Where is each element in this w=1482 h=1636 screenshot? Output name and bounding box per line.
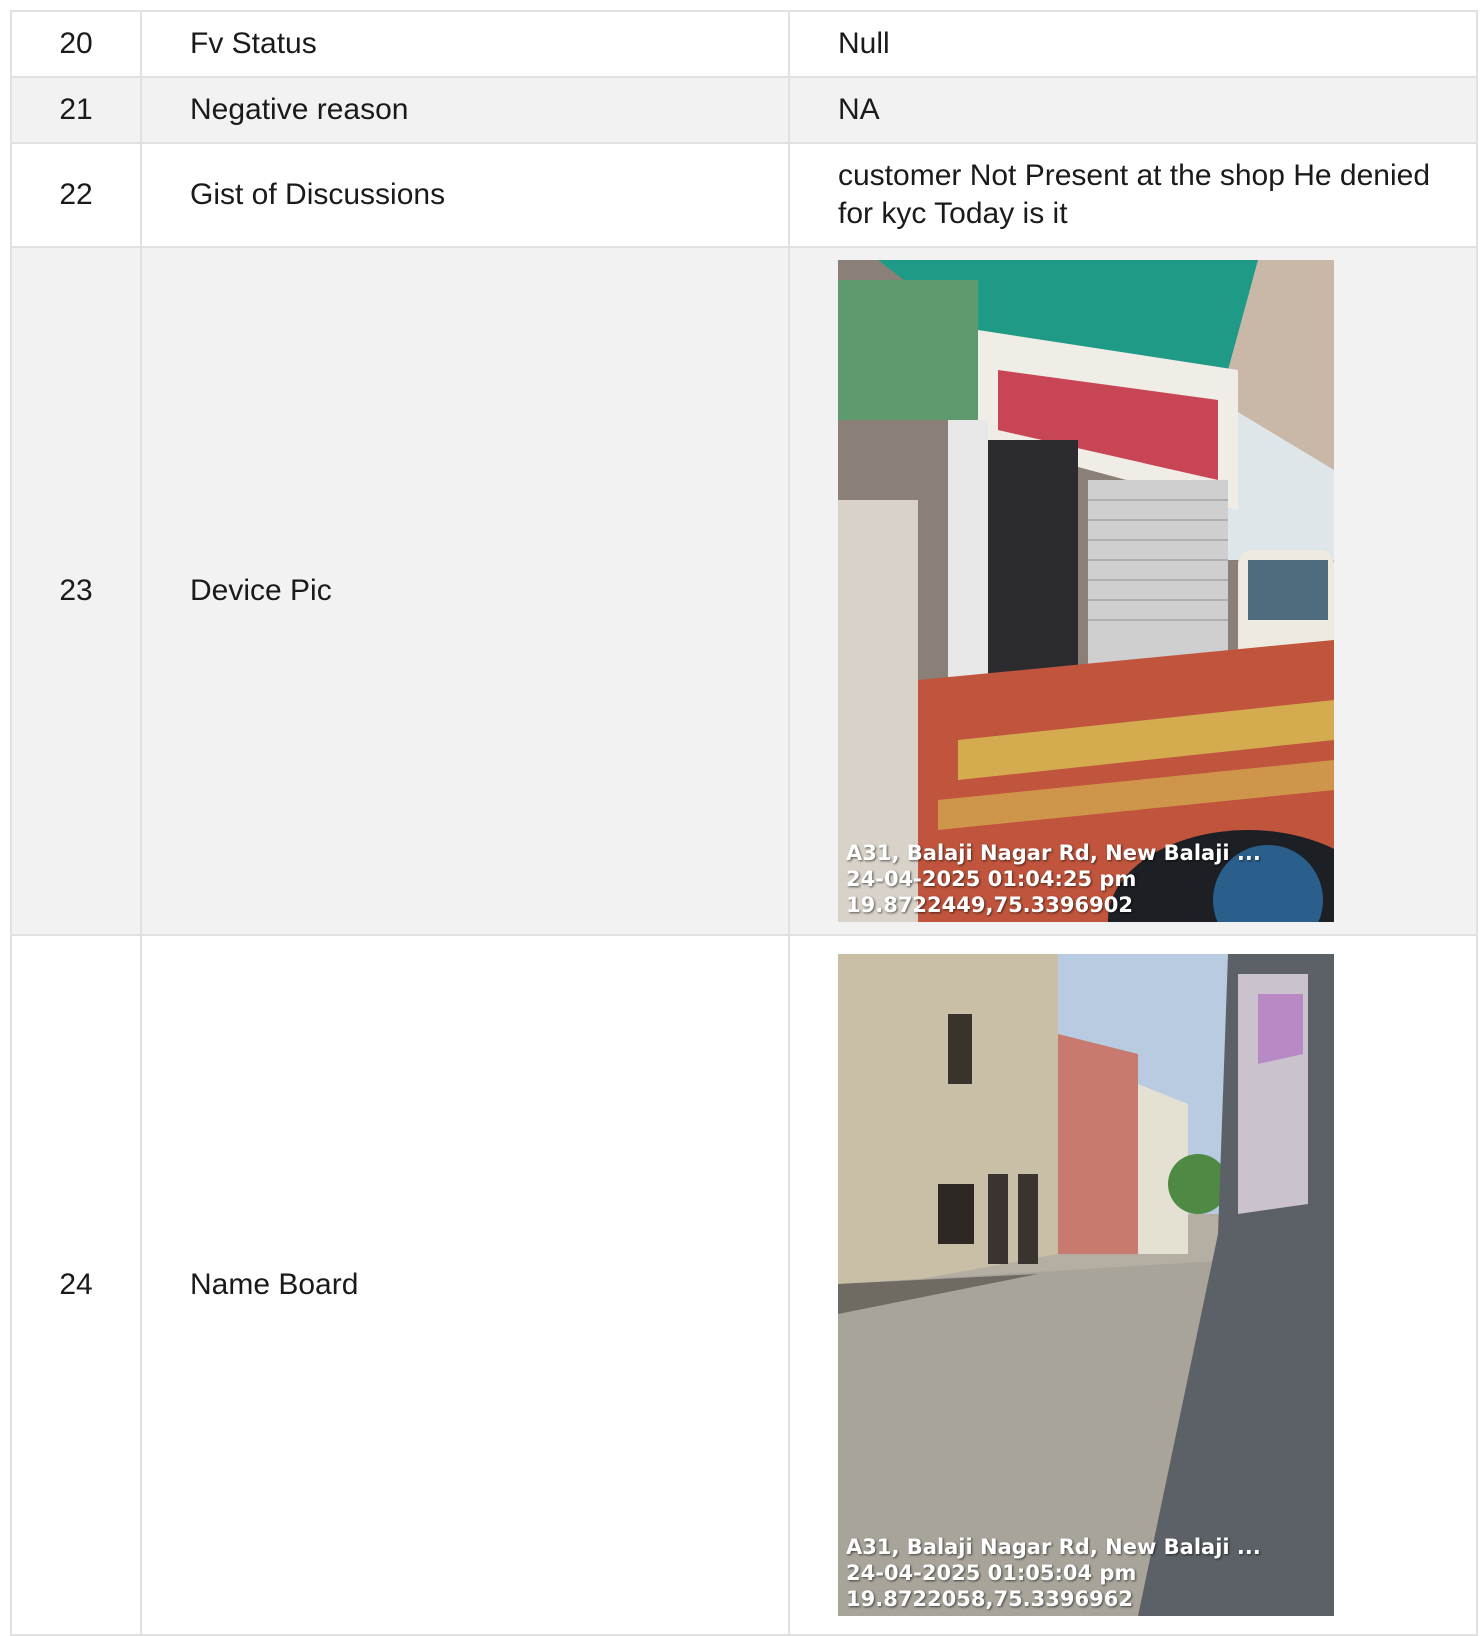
row-number: 22 [10, 142, 142, 248]
table-row: 22 Gist of Discussions customer Not Pres… [10, 142, 1478, 248]
photo-coordinates: 19.8722058,75.3396962 [846, 1587, 1133, 1611]
table-row: 20 Fv Status Null [10, 10, 1478, 78]
row-photo-cell: A31, Balaji Nagar Rd, New Balaji ... 24-… [788, 246, 1478, 936]
row-label: Name Board [140, 934, 790, 1636]
shop-front-image [838, 260, 1334, 922]
photo-geotag: A31, Balaji Nagar Rd, New Balaji ... 24-… [846, 840, 1261, 918]
table-row: 24 Name Board A31, Balaji Nagar Rd, New … [10, 934, 1478, 1636]
row-value: customer Not Present at the shop He deni… [788, 142, 1478, 248]
row-label: Gist of Discussions [140, 142, 790, 248]
row-photo-cell: A31, Balaji Nagar Rd, New Balaji ... 24-… [788, 934, 1478, 1636]
photo-datetime: 24-04-2025 01:05:04 pm [846, 1561, 1137, 1585]
row-value: Null [788, 10, 1478, 78]
row-number: 20 [10, 10, 142, 78]
row-number: 24 [10, 934, 142, 1636]
row-number: 21 [10, 76, 142, 144]
photo-datetime: 24-04-2025 01:04:25 pm [846, 867, 1137, 891]
row-label: Fv Status [140, 10, 790, 78]
row-label: Device Pic [140, 246, 790, 936]
device-photo: A31, Balaji Nagar Rd, New Balaji ... 24-… [838, 260, 1334, 922]
table-row: 23 Device Pic A31, Balaji Nagar Rd, New … [10, 246, 1478, 936]
details-table: 20 Fv Status Null 21 Negative reason NA … [10, 10, 1478, 1636]
photo-coordinates: 19.8722449,75.3396902 [846, 893, 1133, 917]
table-row: 21 Negative reason NA [10, 76, 1478, 144]
photo-address: A31, Balaji Nagar Rd, New Balaji ... [846, 1535, 1261, 1559]
photo-geotag: A31, Balaji Nagar Rd, New Balaji ... 24-… [846, 1534, 1261, 1612]
row-value: NA [788, 76, 1478, 144]
name-board-photo: A31, Balaji Nagar Rd, New Balaji ... 24-… [838, 954, 1334, 1616]
photo-address: A31, Balaji Nagar Rd, New Balaji ... [846, 841, 1261, 865]
row-label: Negative reason [140, 76, 790, 144]
row-number: 23 [10, 246, 142, 936]
street-image [838, 954, 1334, 1616]
